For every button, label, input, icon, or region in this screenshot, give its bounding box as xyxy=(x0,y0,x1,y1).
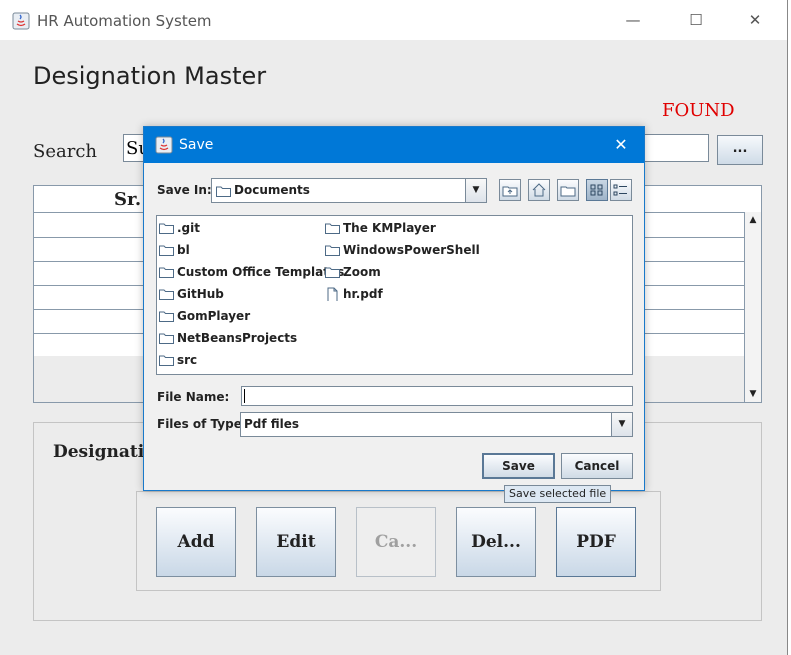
found-status: FOUND xyxy=(662,100,735,121)
new-folder-icon xyxy=(560,186,576,197)
folder-icon xyxy=(159,245,174,256)
folder-icon xyxy=(325,223,340,234)
folder-icon xyxy=(325,267,340,278)
dialog-title: Save xyxy=(179,137,214,153)
file-item-label: GitHub xyxy=(177,287,224,301)
folder-icon xyxy=(159,333,174,344)
dialog-title-bar: Save ✕ xyxy=(144,127,644,163)
folder-item[interactable]: Custom Office Templates xyxy=(157,263,344,281)
column-header-sr[interactable]: Sr. xyxy=(114,189,141,210)
save-tooltip: Save selected file xyxy=(504,485,612,503)
home-icon xyxy=(532,183,546,197)
save-in-label: Save In: xyxy=(157,183,212,197)
home-button[interactable] xyxy=(528,179,550,201)
window-title: HR Automation System xyxy=(37,12,212,30)
folder-item[interactable]: NetBeansProjects xyxy=(157,329,297,347)
up-one-level-button[interactable] xyxy=(499,179,521,201)
file-name-label: File Name: xyxy=(157,390,230,404)
save-in-value: Documents xyxy=(234,183,310,197)
dropdown-arrow-icon[interactable]: ▼ xyxy=(611,413,632,436)
list-view-icon xyxy=(590,184,603,196)
pdf-file-icon xyxy=(327,287,338,301)
folder-item[interactable]: GomPlayer xyxy=(157,307,250,325)
save-dialog: Save ✕ Save In: Documents ▼ .git bl Custom… xyxy=(143,126,645,491)
minimize-button[interactable]: — xyxy=(619,8,647,32)
file-item-label: WindowsPowerShell xyxy=(343,243,480,257)
folder-icon xyxy=(159,355,174,366)
dialog-close-button[interactable]: ✕ xyxy=(607,133,635,157)
folder-icon xyxy=(159,267,174,278)
folder-icon xyxy=(216,186,231,197)
maximize-button[interactable]: ☐ xyxy=(682,8,710,32)
title-bar: HR Automation System — ☐ ✕ xyxy=(0,0,787,40)
file-name-input[interactable] xyxy=(241,386,633,406)
file-item-label: NetBeansProjects xyxy=(177,331,298,345)
file-item-label: bl xyxy=(177,243,190,257)
browse-button[interactable]: ... xyxy=(717,135,763,165)
folder-icon xyxy=(159,289,174,300)
scroll-down-arrow-icon[interactable]: ▼ xyxy=(745,386,761,402)
edit-button[interactable]: Edit xyxy=(256,507,336,577)
java-app-icon xyxy=(155,136,173,154)
folder-item[interactable]: Zoom xyxy=(323,263,381,281)
table-scrollbar[interactable]: ▲ ▼ xyxy=(744,212,761,402)
folder-item[interactable]: WindowsPowerShell xyxy=(323,241,480,259)
file-item[interactable]: hr.pdf xyxy=(323,285,383,303)
cancel-dialog-button[interactable]: Cancel xyxy=(561,453,633,479)
details-view-button[interactable] xyxy=(610,179,632,201)
folder-item[interactable]: bl xyxy=(157,241,190,259)
save-in-combo[interactable]: Documents ▼ xyxy=(211,178,487,203)
files-of-type-label: Files of Type: xyxy=(157,417,247,431)
details-view-icon xyxy=(613,184,627,196)
java-app-icon xyxy=(12,12,30,30)
search-label: Search xyxy=(33,141,97,162)
file-item-label: .git xyxy=(177,221,200,235)
add-button[interactable]: Add xyxy=(156,507,236,577)
dropdown-arrow-icon[interactable]: ▼ xyxy=(465,179,486,202)
file-item-label: src xyxy=(177,353,198,367)
file-item-label: hr.pdf xyxy=(343,287,383,301)
text-caret xyxy=(244,389,245,403)
file-item-label: Custom Office Templates xyxy=(177,265,345,279)
save-button[interactable]: Save xyxy=(482,453,555,479)
delete-button[interactable]: Del... xyxy=(456,507,536,577)
cancel-button[interactable]: Ca... xyxy=(356,507,436,577)
panel-title: Designatio xyxy=(53,442,156,462)
file-list[interactable]: .git bl Custom Office Templates GitHub GomPl… xyxy=(156,215,633,375)
files-of-type-combo[interactable]: Pdf files ▼ xyxy=(240,412,633,437)
folder-item[interactable]: src xyxy=(157,351,197,369)
folder-icon xyxy=(325,245,340,256)
up-folder-icon xyxy=(502,186,518,197)
file-item-label: GomPlayer xyxy=(177,309,251,323)
folder-icon xyxy=(159,311,174,322)
file-item-label: Zoom xyxy=(343,265,381,279)
files-of-type-value: Pdf files xyxy=(244,417,300,431)
page-title: Designation Master xyxy=(33,62,267,90)
close-button[interactable]: ✕ xyxy=(741,8,769,32)
folder-icon xyxy=(159,223,174,234)
scroll-up-arrow-icon[interactable]: ▲ xyxy=(745,212,761,228)
folder-item[interactable]: The KMPlayer xyxy=(323,219,436,237)
folder-item[interactable]: .git xyxy=(157,219,200,237)
list-view-button[interactable] xyxy=(586,179,608,201)
file-item-label: The KMPlayer xyxy=(343,221,436,235)
folder-item[interactable]: GitHub xyxy=(157,285,224,303)
new-folder-button[interactable] xyxy=(557,179,579,201)
pdf-button[interactable]: PDF xyxy=(556,507,636,577)
